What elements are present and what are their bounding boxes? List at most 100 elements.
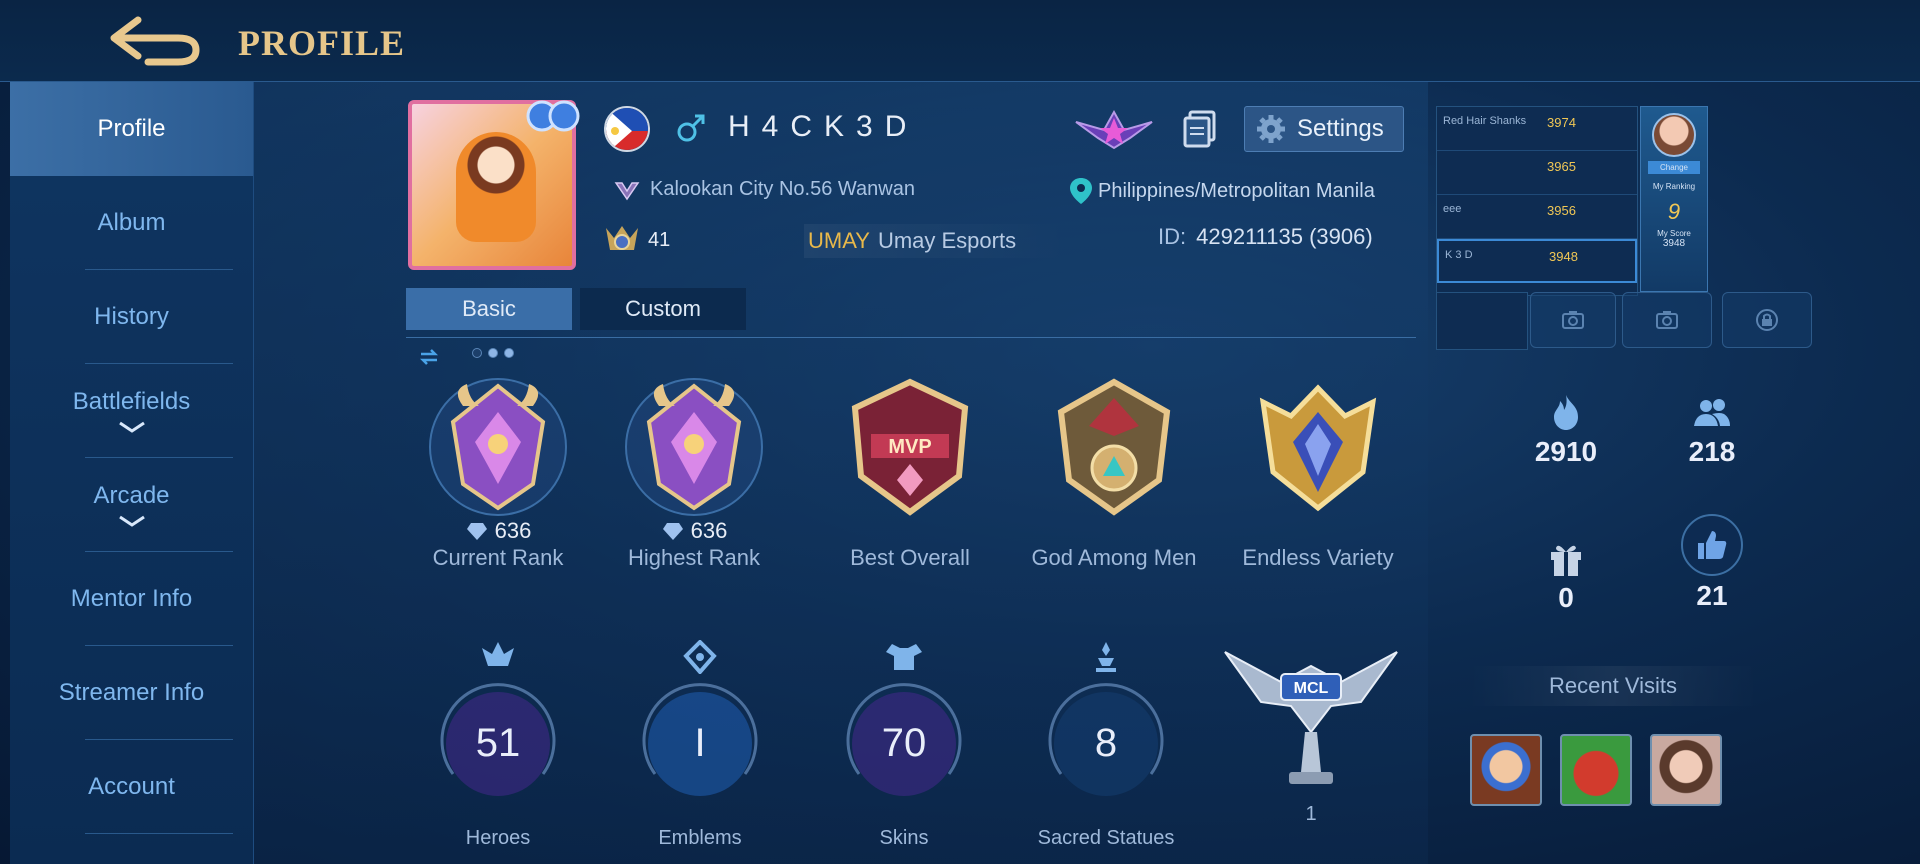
statue-icon [1096, 642, 1116, 672]
sidebar-item-streamer-info[interactable]: Streamer Info [10, 646, 253, 740]
sidebar-item-label: Battlefields [72, 388, 191, 415]
sidebar-item-account[interactable]: Account [10, 740, 253, 834]
medal-label: Current Rank [432, 545, 564, 570]
medal-label: Endless Variety [1242, 545, 1394, 570]
like-button[interactable] [1681, 514, 1743, 576]
star-rank-badge-icon[interactable] [1074, 108, 1154, 152]
skins-icon [886, 644, 922, 670]
recent-visits-title: Recent Visits [1468, 666, 1758, 706]
sidebar-item-label: Account [88, 773, 175, 800]
best-overall-medal[interactable]: MVP Best Overall [820, 372, 1000, 571]
lock-icon [1756, 309, 1778, 331]
camera-icon [1562, 311, 1584, 329]
profile-avatar[interactable] [408, 100, 580, 270]
location-name: Philippines/Metropolitan Manila [1098, 179, 1375, 202]
photo-slot[interactable] [1530, 292, 1616, 348]
skins-stat[interactable]: 70 Skins [814, 640, 994, 850]
squad-tag: UMAY [808, 228, 870, 253]
my-ranking-card[interactable]: Change My Ranking 9 My Score 3948 [1640, 106, 1708, 292]
avatar-frame-badge-icon [526, 100, 580, 132]
likes-stat[interactable]: 21 [1652, 514, 1772, 612]
recent-visitor-avatar[interactable] [1560, 734, 1632, 806]
leaderboard-score: 3974 [1547, 115, 1576, 130]
username: H4CK3D [728, 110, 919, 143]
sidebar-item-label: Profile [97, 115, 166, 142]
tab-custom[interactable]: Custom [580, 288, 746, 330]
mcl-trophy[interactable]: MCL 1 [1216, 642, 1406, 826]
location-row: Philippines/Metropolitan Manila [1068, 176, 1375, 206]
ranking-avatar [1652, 113, 1696, 157]
squad-info[interactable]: UMAY Umay Esports [804, 224, 1070, 258]
stat-label: Sacred Statues [1037, 827, 1175, 849]
player-id: ID: 429211135 (3906) [1158, 224, 1373, 250]
my-score-label: My Score [1657, 229, 1691, 238]
endless-variety-medal[interactable]: Endless Variety [1228, 372, 1408, 571]
popularity-stat[interactable]: 2910 [1506, 392, 1626, 468]
tab-basic[interactable]: Basic [406, 288, 572, 330]
sidebar-item-mentor-info[interactable]: Mentor Info [10, 552, 253, 646]
level-badge: 41 [602, 222, 696, 258]
medal-label: Highest Rank [627, 545, 761, 570]
heroes-icon [482, 642, 514, 666]
cards-icon[interactable] [1182, 110, 1218, 148]
male-gender-icon [677, 114, 705, 142]
sidebar-item-label: Arcade [93, 482, 170, 509]
back-button[interactable] [108, 12, 204, 68]
leaderboard-score: 3956 [1547, 203, 1576, 218]
chevron-down-icon [118, 421, 145, 433]
leaderboard-name: eee [1443, 203, 1462, 215]
change-button[interactable]: Change [1648, 161, 1700, 174]
sidebar-item-album[interactable]: Album [10, 176, 253, 270]
sidebar-item-history[interactable]: History [10, 270, 253, 364]
stat-label: Skins [879, 827, 929, 849]
stat-ring: 51 [433, 679, 563, 809]
gifts-stat[interactable]: 0 [1506, 538, 1626, 614]
leaderboard-row: eee 3956 [1437, 195, 1637, 239]
recent-visitor-avatar[interactable] [1650, 734, 1722, 806]
heroes-stat[interactable]: 51 Heroes [408, 640, 588, 850]
sidebar-item-label: History [94, 303, 169, 330]
leaderboard-score: 3965 [1547, 159, 1576, 174]
sidebar-item-profile[interactable]: Profile [10, 82, 253, 176]
profile-tabs: Basic Custom [406, 288, 1416, 338]
profile-main-panel: H4CK3D Settings Kalookan City No.56 Wanw… [254, 82, 1428, 864]
friends-stat[interactable]: 218 [1652, 392, 1772, 468]
locked-photo-slot[interactable] [1722, 292, 1812, 348]
stat-label: Heroes [465, 827, 531, 849]
sidebar: Profile Album History Battlefields Arcad… [10, 82, 254, 864]
city-emblem-icon [614, 181, 640, 200]
highest-rank-medal[interactable]: 636 Highest Rank [604, 372, 784, 571]
sidebar-item-battlefields[interactable]: Battlefields [10, 364, 253, 458]
settings-button[interactable]: Settings [1244, 106, 1404, 152]
chevron-down-icon [118, 515, 145, 527]
god-among-men-badge-icon [1057, 378, 1171, 516]
sidebar-item-arcade[interactable]: Arcade [10, 458, 253, 552]
photo-slot[interactable] [1622, 292, 1712, 348]
leaderboard-list[interactable]: Red Hair Shanks 3974 3965 eee 3956 K 3 D… [1436, 106, 1638, 296]
page-dots [472, 348, 514, 358]
camera-icon [1656, 311, 1678, 329]
god-among-men-medal[interactable]: God Among Men [1024, 372, 1204, 571]
recent-visitor-avatar[interactable] [1470, 734, 1542, 806]
page-title: PROFILE [238, 23, 406, 63]
mvp-badge-icon: MVP [851, 378, 969, 516]
sidebar-item-label: Streamer Info [58, 679, 205, 706]
stat-value: 51 [475, 721, 521, 765]
back-arrow-icon [110, 16, 200, 66]
emblems-stat[interactable]: I Emblems [610, 639, 790, 850]
stat-value: 70 [881, 721, 927, 765]
flame-icon [1554, 395, 1578, 430]
sacred-statues-stat[interactable]: 8 Sacred Statues [1016, 640, 1196, 850]
level-number: 41 [648, 228, 671, 251]
medal-label: Best Overall [850, 545, 970, 570]
squad-name: Umay Esports [877, 228, 1017, 253]
page-dot [504, 348, 514, 358]
switch-icon[interactable] [418, 346, 440, 368]
avatar-character-image [456, 132, 536, 242]
diamond-icon [466, 523, 487, 540]
my-score-value: 3948 [1662, 238, 1686, 249]
leaderboard-row: Red Hair Shanks 3974 [1437, 107, 1637, 151]
player-id-value: 429211135 (3906) [1196, 224, 1373, 249]
current-rank-medal[interactable]: 636 Current Rank [408, 372, 588, 571]
svg-text:MCL: MCL [1294, 680, 1329, 697]
